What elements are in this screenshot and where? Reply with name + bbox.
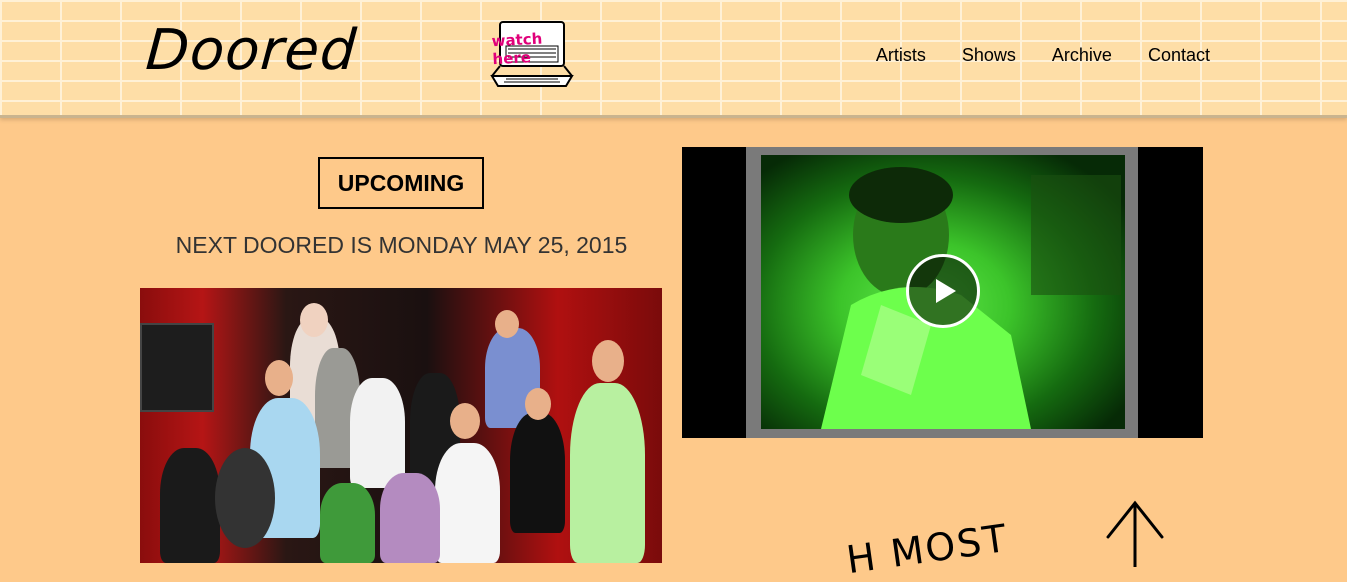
play-button[interactable] [906,254,980,328]
up-arrow-icon [1106,500,1164,567]
upcoming-badge: UPCOMING [318,157,484,209]
event-photo [140,288,662,563]
video-player[interactable] [682,147,1203,438]
next-show-date: NEXT DOORED IS MONDAY MAY 25, 2015 [175,232,628,258]
site-logo[interactable]: Doored [144,18,359,83]
watch-here-link[interactable]: watch here [486,18,578,92]
nav-artists[interactable]: Artists [876,45,926,66]
nav-archive[interactable]: Archive [1052,45,1112,66]
main-nav: Artists Shows Archive Contact [876,45,1210,66]
speaker [140,323,214,412]
nav-contact[interactable]: Contact [1148,45,1210,66]
site-header: Doored watch here Artists Shows Archive … [0,0,1347,118]
nav-shows[interactable]: Shows [962,45,1016,66]
watch-here-label: watch here [491,29,543,69]
play-icon [935,279,956,303]
handwritten-heading: H MOST [843,515,1011,582]
